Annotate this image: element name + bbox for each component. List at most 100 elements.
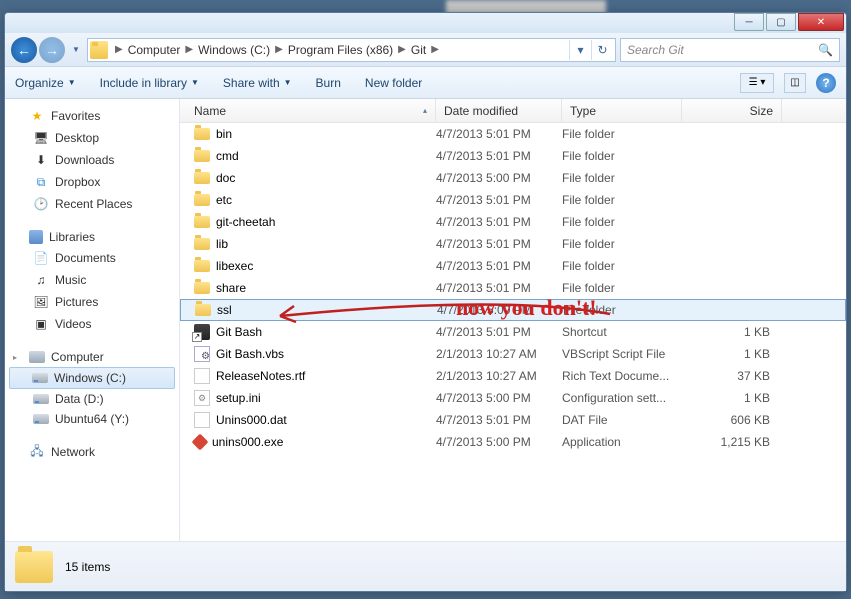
folder-icon xyxy=(194,194,210,206)
sidebar-item-pictures[interactable]: 🖼Pictures xyxy=(5,291,179,313)
chevron-right-icon[interactable]: ▶ xyxy=(428,44,442,55)
file-date: 4/7/2013 5:01 PM xyxy=(436,237,562,251)
network-icon: 🖧 xyxy=(29,444,45,460)
column-date[interactable]: Date modified xyxy=(436,99,562,122)
file-list[interactable]: bin4/7/2013 5:01 PMFile folder cmd 4/7/201… xyxy=(180,123,846,541)
file-type: File folder xyxy=(562,281,682,295)
file-name: cmd xyxy=(216,149,239,163)
expand-icon: ▸ xyxy=(13,353,23,362)
new-folder-button[interactable]: New folder xyxy=(365,76,422,90)
organize-button[interactable]: Organize▼ xyxy=(15,76,76,90)
chevron-right-icon[interactable]: ▶ xyxy=(112,44,126,55)
sidebar-item-dropbox[interactable]: ⧉Dropbox xyxy=(5,171,179,193)
sidebar-item-videos[interactable]: ▣Videos xyxy=(5,313,179,335)
breadcrumb-computer[interactable]: Computer xyxy=(126,43,183,57)
share-with-button[interactable]: Share with▼ xyxy=(223,76,292,90)
file-list-pane: Name▴ Date modified Type Size bin4/7/201… xyxy=(180,99,846,541)
sidebar-item-ubuntu-y[interactable]: Ubuntu64 (Y:) xyxy=(5,409,179,429)
file-row[interactable]: unins000.exe4/7/2013 5:00 PMApplication1… xyxy=(180,431,846,453)
file-date: 2/1/2013 10:27 AM xyxy=(436,347,562,361)
minimize-button[interactable]: ─ xyxy=(734,13,764,31)
sidebar-item-downloads[interactable]: ⬇Downloads xyxy=(5,149,179,171)
title-bar[interactable]: ─ ▢ ✕ xyxy=(5,13,846,33)
file-row[interactable]: share 4/7/2013 5:01 PMFile folder xyxy=(180,277,846,299)
file-row[interactable]: Git Bash4/7/2013 5:01 PMShortcut1 KB xyxy=(180,321,846,343)
computer-header[interactable]: ▸Computer xyxy=(5,347,179,367)
exe-icon xyxy=(192,434,209,451)
file-row[interactable]: ssl4/7/2013 5:00 PMFile folder xyxy=(180,299,846,321)
command-toolbar: Organize▼ Include in library▼ Share with… xyxy=(5,67,846,99)
file-row[interactable]: lib4/7/2013 5:01 PMFile folder xyxy=(180,233,846,255)
refresh-button[interactable]: ↻ xyxy=(591,40,613,60)
file-row[interactable]: ReleaseNotes.rtf2/1/2013 10:27 AMRich Te… xyxy=(180,365,846,387)
column-size[interactable]: Size xyxy=(682,99,782,122)
network-header[interactable]: 🖧Network xyxy=(5,441,179,463)
file-size: 1 KB xyxy=(682,347,782,361)
documents-icon: 📄 xyxy=(33,250,49,266)
burn-button[interactable]: Burn xyxy=(316,76,341,90)
file-name: share xyxy=(216,281,246,295)
file-name: libexec xyxy=(216,259,253,273)
breadcrumb-progfiles[interactable]: Program Files (x86) xyxy=(286,43,395,57)
file-row[interactable]: git-cheetah4/7/2013 5:01 PMFile folder xyxy=(180,211,846,233)
explorer-window: ─ ▢ ✕ ← → ▼ ▶ Computer ▶ Windows (C:) ▶ … xyxy=(4,12,847,592)
sidebar-item-music[interactable]: ♫Music xyxy=(5,269,179,291)
breadcrumb-git[interactable]: Git xyxy=(409,43,428,57)
file-name: ssl xyxy=(217,303,232,317)
sidebar-item-documents[interactable]: 📄Documents xyxy=(5,247,179,269)
file-row[interactable]: setup.ini4/7/2013 5:00 PMConfiguration s… xyxy=(180,387,846,409)
preview-pane-button[interactable]: ◫ xyxy=(784,73,806,93)
file-type: File folder xyxy=(562,259,682,273)
file-date: 4/7/2013 5:01 PM xyxy=(436,325,562,339)
chevron-right-icon[interactable]: ▶ xyxy=(182,44,196,55)
chevron-down-icon: ▼ xyxy=(191,78,199,87)
sidebar-item-recent[interactable]: 🕑Recent Places xyxy=(5,193,179,215)
column-name[interactable]: Name▴ xyxy=(180,99,436,122)
file-name: ReleaseNotes.rtf xyxy=(216,369,305,383)
file-type: DAT File xyxy=(562,413,682,427)
file-row[interactable]: doc4/7/2013 5:00 PMFile folder xyxy=(180,167,846,189)
file-row[interactable]: etc4/7/2013 5:01 PMFile folder xyxy=(180,189,846,211)
forward-button[interactable]: → xyxy=(39,37,65,63)
sidebar-item-windows-c[interactable]: Windows (C:) xyxy=(9,367,175,389)
breadcrumb-drive[interactable]: Windows (C:) xyxy=(196,43,272,57)
file-row[interactable]: cmd4/7/2013 5:01 PMFile folder xyxy=(180,145,846,167)
file-date: 4/7/2013 5:01 PM xyxy=(436,215,562,229)
file-date: 4/7/2013 5:00 PM xyxy=(436,391,562,405)
history-dropdown[interactable]: ▼ xyxy=(69,38,83,62)
folder-icon xyxy=(194,150,210,162)
file-row[interactable]: bin4/7/2013 5:01 PMFile folder xyxy=(180,123,846,145)
sidebar-item-data-d[interactable]: Data (D:) xyxy=(5,389,179,409)
view-options-button[interactable]: ☰ ▾ xyxy=(740,73,774,93)
file-date: 4/7/2013 5:01 PM xyxy=(436,281,562,295)
shortcut-icon xyxy=(194,324,210,340)
address-bar[interactable]: ▶ Computer ▶ Windows (C:) ▶ Program File… xyxy=(87,38,616,62)
desktop-icon: 🖥 xyxy=(33,130,49,146)
column-type[interactable]: Type xyxy=(562,99,682,122)
libraries-header[interactable]: Libraries xyxy=(5,227,179,247)
file-date: 4/7/2013 5:01 PM xyxy=(436,149,562,163)
dat-icon xyxy=(194,412,210,428)
file-type: Application xyxy=(562,435,682,449)
file-name: Git Bash.vbs xyxy=(216,347,284,361)
address-dropdown[interactable]: ▾ xyxy=(569,40,591,60)
maximize-button[interactable]: ▢ xyxy=(766,13,796,31)
file-name: setup.ini xyxy=(216,391,261,405)
file-type: File folder xyxy=(562,171,682,185)
chevron-right-icon[interactable]: ▶ xyxy=(272,44,286,55)
help-button[interactable]: ? xyxy=(816,73,836,93)
file-row[interactable]: Git Bash.vbs2/1/2013 10:27 AMVBScript Sc… xyxy=(180,343,846,365)
file-size: 606 KB xyxy=(682,413,782,427)
favorites-header[interactable]: ★Favorites xyxy=(5,105,179,127)
search-input[interactable]: Search Git 🔍 xyxy=(620,38,840,62)
chevron-right-icon[interactable]: ▶ xyxy=(395,44,409,55)
file-row[interactable]: libexec4/7/2013 5:01 PMFile folder xyxy=(180,255,846,277)
search-icon[interactable]: 🔍 xyxy=(818,43,833,57)
close-button[interactable]: ✕ xyxy=(798,13,844,31)
include-library-button[interactable]: Include in library▼ xyxy=(100,76,199,90)
file-row[interactable]: Unins000.dat4/7/2013 5:01 PMDAT File606 … xyxy=(180,409,846,431)
back-button[interactable]: ← xyxy=(11,37,37,63)
sidebar-item-desktop[interactable]: 🖥Desktop xyxy=(5,127,179,149)
file-type: File folder xyxy=(562,127,682,141)
videos-icon: ▣ xyxy=(33,316,49,332)
